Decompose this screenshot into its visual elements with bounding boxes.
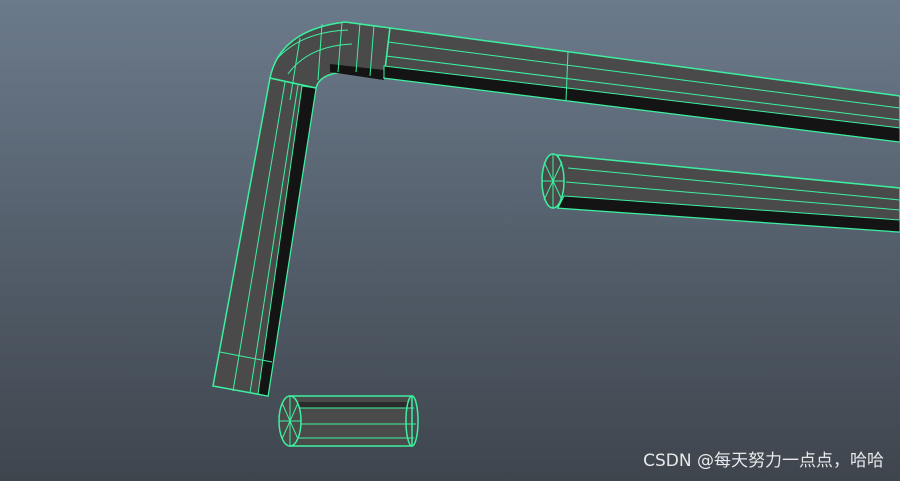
viewport-scene[interactable] bbox=[0, 0, 900, 481]
3d-viewport[interactable]: CSDN @每天努力一点点，哈哈 bbox=[0, 0, 900, 481]
short-cylinder-cap-spokes bbox=[279, 396, 301, 446]
short-cylinder-mesh[interactable] bbox=[278, 395, 419, 447]
long-cylinder-mesh[interactable] bbox=[541, 153, 900, 233]
watermark-text: CSDN @每天努力一点点，哈哈 bbox=[643, 451, 884, 471]
short-cylinder-shadow bbox=[296, 402, 410, 408]
